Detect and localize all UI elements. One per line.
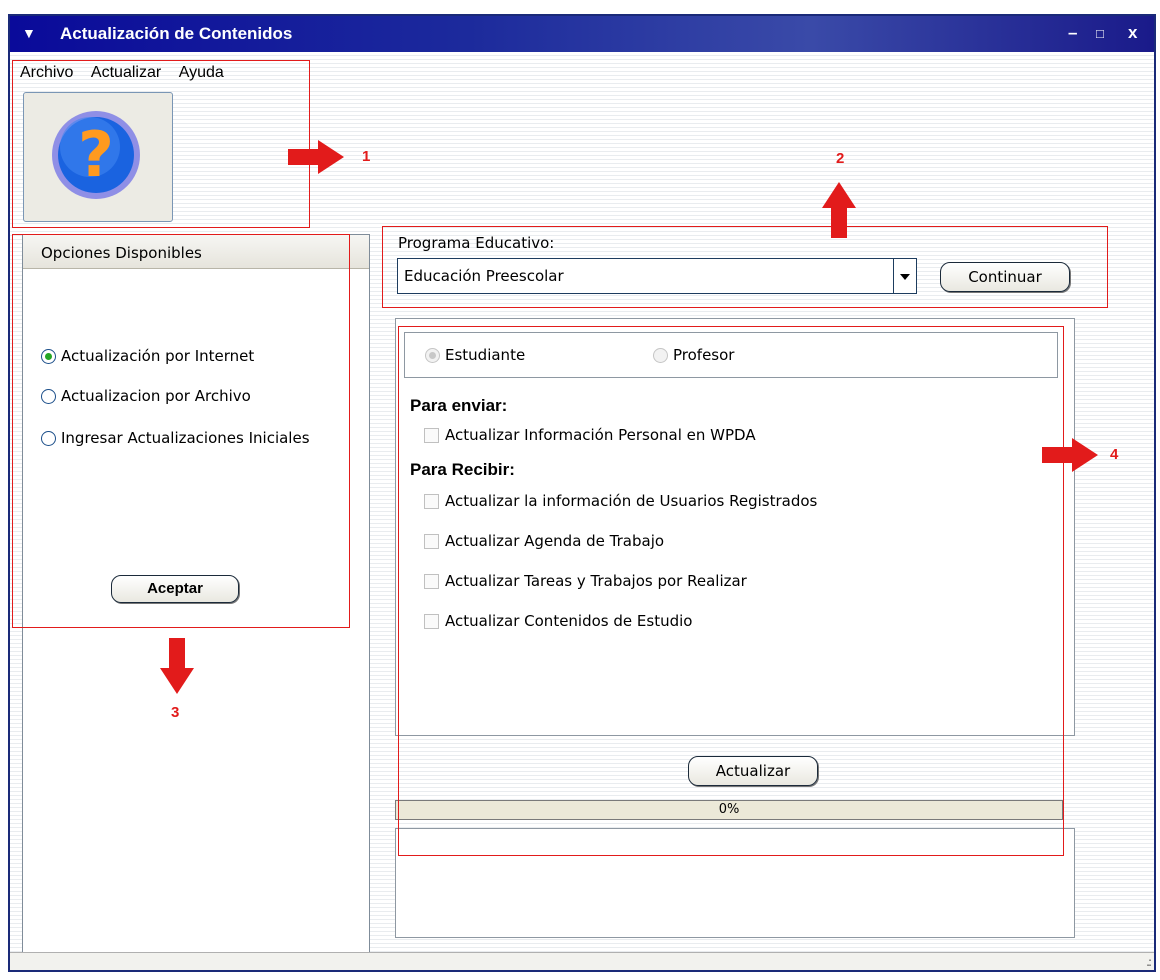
- status-bar: .:: [10, 952, 1154, 970]
- minimize-button[interactable]: –: [1068, 23, 1077, 43]
- arrow-right-icon: [288, 140, 344, 174]
- annotation-2: 2: [836, 150, 845, 167]
- window-title: Actualización de Contenidos: [60, 24, 293, 43]
- arrow-up-icon: [822, 182, 856, 238]
- annotation-box: [398, 326, 1064, 856]
- title-bar[interactable]: ▼ Actualización de Contenidos – □ x: [10, 16, 1154, 52]
- arrow-right-icon: [1042, 438, 1098, 472]
- annotation-box: [382, 226, 1108, 308]
- annotation-3: 3: [171, 704, 180, 721]
- arrow-down-icon: [160, 638, 194, 694]
- close-button[interactable]: x: [1128, 23, 1137, 43]
- annotation-1: 1: [362, 148, 371, 165]
- resize-grip-icon[interactable]: .:: [1146, 955, 1152, 969]
- maximize-button[interactable]: □: [1096, 26, 1104, 41]
- annotation-4: 4: [1110, 446, 1119, 463]
- app-window: ▼ Actualización de Contenidos – □ x Arch…: [8, 14, 1156, 972]
- app-icon: ▼: [22, 25, 36, 41]
- annotation-box: [12, 234, 350, 628]
- annotation-box: [12, 60, 310, 228]
